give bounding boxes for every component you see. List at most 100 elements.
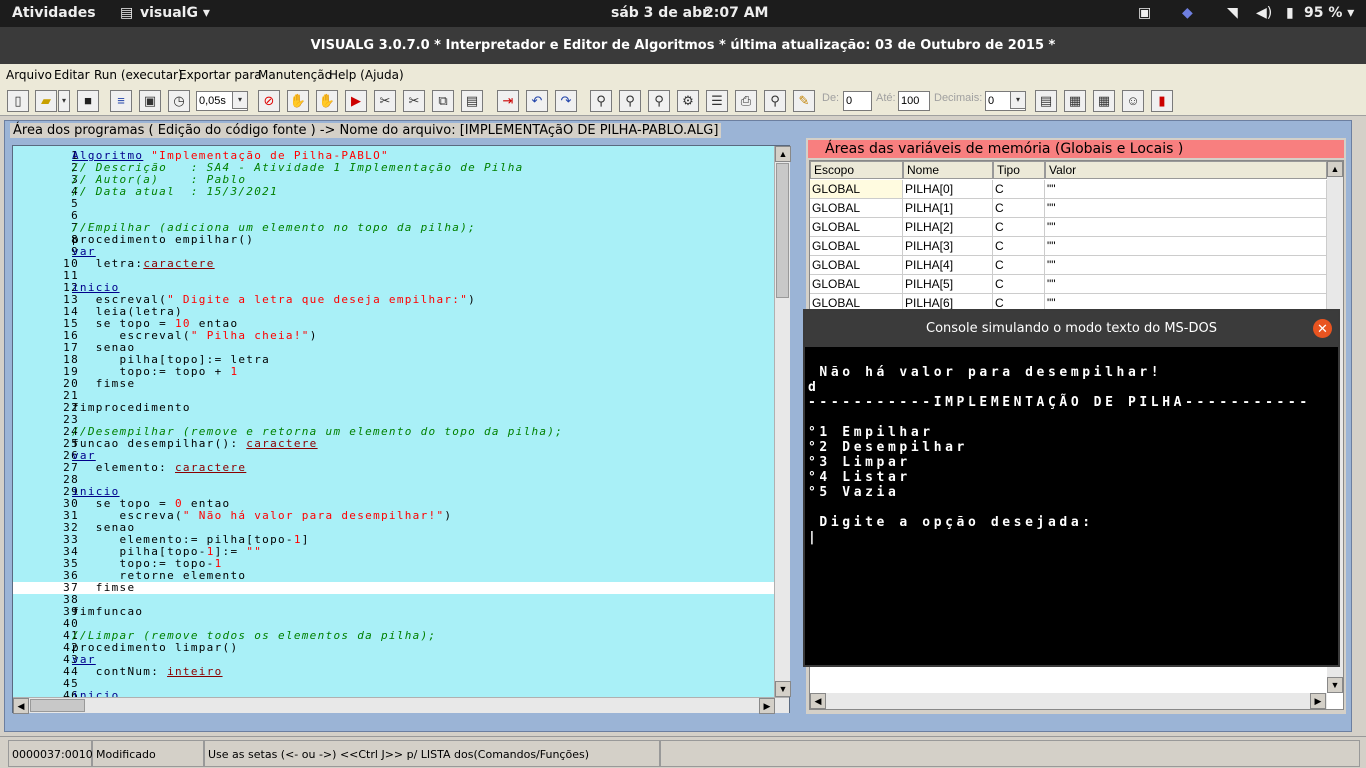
variable-cell[interactable]: C xyxy=(993,275,1045,294)
replace-icon[interactable]: ⚲ xyxy=(619,90,641,112)
display-icon[interactable]: ▣ xyxy=(1138,5,1151,21)
col-escopo[interactable]: Escopo xyxy=(810,161,903,179)
decimais-dropdown-icon[interactable]: ▾ xyxy=(1010,91,1026,109)
code-line[interactable]: 4// Data atual : 15/3/2021 xyxy=(13,186,789,198)
menu-exportar[interactable]: Exportar para xyxy=(179,68,262,82)
variable-cell[interactable]: C xyxy=(993,199,1045,218)
speed-dropdown-icon[interactable]: ▾ xyxy=(232,91,248,109)
find-next-icon[interactable]: ⚲ xyxy=(648,90,670,112)
clock-date[interactable]: sáb 3 de abr xyxy=(611,5,709,21)
unindent-icon[interactable]: ↶ xyxy=(526,90,548,112)
col-valor[interactable]: Valor xyxy=(1045,161,1327,179)
step-icon[interactable]: ▶ xyxy=(345,90,367,112)
variable-cell[interactable]: PILHA[5] xyxy=(903,275,993,294)
var-scroll-right-icon[interactable]: ▶ xyxy=(1310,693,1326,709)
clock-time[interactable]: 2:07 AM xyxy=(704,5,768,21)
editor-vertical-scrollbar[interactable]: ▲ ▼ xyxy=(774,146,791,697)
line-text[interactable]: procedimento empilhar() xyxy=(72,234,254,246)
var-hscroll[interactable]: ◀ ▶ xyxy=(810,693,1327,709)
battery-icon[interactable]: ▮ xyxy=(1286,5,1294,21)
preview-icon[interactable]: ⚲ xyxy=(764,90,786,112)
variable-cell[interactable]: PILHA[2] xyxy=(903,218,993,237)
line-text[interactable]: funcao desempilhar(): caractere xyxy=(72,438,318,450)
teams-icon[interactable]: ◆ xyxy=(1182,5,1193,21)
code-line[interactable]: 44 contNum: inteiro xyxy=(13,666,789,678)
col-nome[interactable]: Nome xyxy=(903,161,993,179)
menu-editar[interactable]: Editar xyxy=(54,68,90,82)
app-menu-button[interactable]: visualG ▾ xyxy=(140,5,210,21)
line-text[interactable]: fimfuncao xyxy=(72,606,143,618)
variable-cell[interactable]: "" xyxy=(1045,237,1327,256)
de-input[interactable]: 0 xyxy=(843,91,872,111)
code-line[interactable]: 10 letra:caractere xyxy=(13,258,789,270)
menu-arquivo[interactable]: Arquivo xyxy=(6,68,52,82)
format-icon[interactable]: ⚙ xyxy=(677,90,699,112)
breakpoint-icon[interactable]: ✋ xyxy=(316,90,338,112)
line-text[interactable]: fimprocedimento xyxy=(72,402,191,414)
line-text[interactable]: fimse xyxy=(72,582,135,594)
var-scroll-down-icon[interactable]: ▼ xyxy=(1327,677,1343,693)
code-line[interactable]: 37 fimse xyxy=(13,582,789,594)
code-line[interactable]: 28 xyxy=(13,474,789,486)
cut2-icon[interactable]: ✂ xyxy=(403,90,425,112)
run-window-icon[interactable]: ▣ xyxy=(139,90,161,112)
align-icon[interactable]: ☰ xyxy=(706,90,728,112)
line-text[interactable]: fimse xyxy=(72,378,135,390)
paste-icon[interactable]: ▤ xyxy=(461,90,483,112)
variable-cell[interactable]: PILHA[3] xyxy=(903,237,993,256)
var-scroll-up-icon[interactable]: ▲ xyxy=(1327,161,1343,177)
editor-horizontal-scrollbar[interactable]: ◀ ▶ xyxy=(13,697,789,714)
copy-icon[interactable]: ⧉ xyxy=(432,90,454,112)
console-window[interactable]: Console simulando o modo texto do MS-DOS… xyxy=(803,309,1340,667)
list-icon[interactable]: ≡ xyxy=(110,90,132,112)
help-icon[interactable]: ☺ xyxy=(1122,90,1144,112)
code-editor[interactable]: 1 Algoritmo "Implementação de Pilha-PABLO… xyxy=(12,145,790,713)
code-line[interactable]: 25 funcao desempilhar(): caractere xyxy=(13,438,789,450)
calculator-icon[interactable]: ▦ xyxy=(1064,90,1086,112)
code-line[interactable]: 20 fimse xyxy=(13,378,789,390)
code-line[interactable]: 11 xyxy=(13,270,789,282)
variable-cell[interactable]: GLOBAL xyxy=(810,180,903,199)
code-line[interactable]: 8 procedimento empilhar() xyxy=(13,234,789,246)
hand-icon[interactable]: ✋ xyxy=(287,90,309,112)
variable-cell[interactable]: "" xyxy=(1045,256,1327,275)
menu-manutencao[interactable]: Manutenção xyxy=(258,68,332,82)
scroll-up-icon[interactable]: ▲ xyxy=(775,146,791,162)
indent-icon[interactable]: ⇥ xyxy=(497,90,519,112)
scroll-right-icon[interactable]: ▶ xyxy=(759,698,775,714)
find-icon[interactable]: ⚲ xyxy=(590,90,612,112)
line-text[interactable]: contNum: inteiro xyxy=(72,666,223,678)
code-line[interactable]: 45 xyxy=(13,678,789,690)
scroll-left-icon[interactable]: ◀ xyxy=(13,698,29,714)
variable-cell[interactable]: GLOBAL xyxy=(810,199,903,218)
col-tipo[interactable]: Tipo xyxy=(993,161,1045,179)
activities-button[interactable]: Atividades xyxy=(12,5,96,21)
menu-help[interactable]: Help (Ajuda) xyxy=(329,68,404,82)
variable-cell[interactable]: GLOBAL xyxy=(810,218,903,237)
undo-icon[interactable]: ↷ xyxy=(555,90,577,112)
code-line[interactable]: 22 fimprocedimento xyxy=(13,402,789,414)
scroll-down-icon[interactable]: ▼ xyxy=(775,681,791,697)
variable-cell[interactable]: GLOBAL xyxy=(810,275,903,294)
variable-cell[interactable]: C xyxy=(993,180,1045,199)
variable-cell[interactable]: "" xyxy=(1045,199,1327,218)
code-line[interactable]: 42 procedimento limpar() xyxy=(13,642,789,654)
clipboard-icon[interactable]: ▤ xyxy=(1035,90,1057,112)
line-text[interactable]: letra:caractere xyxy=(72,258,215,270)
variable-cell[interactable]: C xyxy=(993,237,1045,256)
variable-cell[interactable]: "" xyxy=(1045,218,1327,237)
scroll-thumb[interactable] xyxy=(776,163,789,298)
open-dropdown-icon[interactable]: ▾ xyxy=(58,90,70,112)
var-scroll-left-icon[interactable]: ◀ xyxy=(810,693,826,709)
new-file-icon[interactable]: ▯ xyxy=(7,90,29,112)
code-line[interactable]: 5 xyxy=(13,198,789,210)
exit-icon[interactable]: ▮ xyxy=(1151,90,1173,112)
calendar-icon[interactable]: ▦ xyxy=(1093,90,1115,112)
save-icon[interactable]: ■ xyxy=(77,90,99,112)
variable-cell[interactable]: PILHA[1] xyxy=(903,199,993,218)
variable-cell[interactable]: "" xyxy=(1045,275,1327,294)
volume-icon[interactable]: ◀) xyxy=(1256,5,1272,21)
variable-cell[interactable]: PILHA[4] xyxy=(903,256,993,275)
variable-cell[interactable]: C xyxy=(993,256,1045,275)
timer-icon[interactable]: ◷ xyxy=(168,90,190,112)
